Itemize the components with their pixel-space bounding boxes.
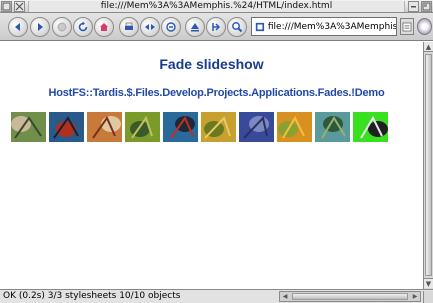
thumb-7[interactable] xyxy=(239,112,274,142)
close-icon[interactable] xyxy=(14,0,25,12)
thumb-2[interactable] xyxy=(49,112,84,142)
back-window-icon[interactable] xyxy=(1,0,12,12)
thumb-4[interactable] xyxy=(125,112,160,142)
go-button[interactable] xyxy=(206,17,226,37)
back-forward-icon xyxy=(145,24,155,30)
forward-button[interactable] xyxy=(30,17,50,37)
vertical-scroll-thumb[interactable] xyxy=(425,54,432,276)
stop-icon xyxy=(57,22,67,32)
image-icon xyxy=(49,112,84,142)
image-icon xyxy=(239,112,274,142)
up-button[interactable] xyxy=(185,17,205,37)
horizontal-scroll-thumb[interactable] xyxy=(292,293,408,300)
home-icon xyxy=(100,23,108,31)
print-button[interactable] xyxy=(119,17,139,37)
image-icon xyxy=(277,112,312,142)
image-icon xyxy=(163,112,198,142)
scroll-right-icon[interactable]: ▶ xyxy=(410,292,420,301)
image-icon xyxy=(201,112,236,142)
horizontal-scrollbar[interactable]: ◀ ▶ xyxy=(279,291,421,302)
title-bar: file:///Mem%3A%3AMemphis.%24/HTML/index.… xyxy=(0,0,433,13)
url-field[interactable]: file:///Mem%3A%3AMemphis.%24/ xyxy=(251,17,397,36)
list-icon xyxy=(402,22,412,31)
printer-icon xyxy=(125,22,133,30)
thumb-8[interactable] xyxy=(277,112,312,142)
magnifier-icon xyxy=(232,22,243,33)
resize-grip-icon[interactable] xyxy=(423,291,433,303)
back-arrow-icon xyxy=(15,23,20,31)
activity-indicator-icon xyxy=(417,18,432,35)
url-text[interactable]: file:///Mem%3A%3AMemphis.%24/ xyxy=(268,22,396,32)
window-title[interactable]: file:///Mem%3A%3AMemphis.%24/HTML/index.… xyxy=(28,0,405,12)
status-bar: OK (0.2s) 3/3 stylesheets 10/10 objects … xyxy=(0,289,433,303)
back-button[interactable] xyxy=(8,17,28,37)
go-icon xyxy=(212,23,221,31)
thumb-3[interactable] xyxy=(87,112,122,142)
page-icon xyxy=(255,22,265,31)
reload-icon xyxy=(78,21,88,32)
image-icon xyxy=(315,112,350,142)
image-icon xyxy=(11,112,46,142)
thumb-10[interactable] xyxy=(353,112,388,142)
scroll-left-icon[interactable]: ◀ xyxy=(280,292,290,301)
thumb-1[interactable] xyxy=(11,112,46,142)
scroll-down-icon[interactable]: ▼ xyxy=(424,278,433,288)
page-title: Fade slideshow xyxy=(159,56,264,72)
thumbnail-strip xyxy=(11,112,388,142)
scroll-up-icon[interactable]: ▲ xyxy=(424,42,433,52)
image-icon xyxy=(353,112,388,142)
eject-icon xyxy=(191,23,199,32)
stop-button[interactable] xyxy=(52,17,72,37)
thumb-5[interactable] xyxy=(163,112,198,142)
image-icon xyxy=(125,112,160,142)
home-button[interactable] xyxy=(94,17,114,37)
image-icon xyxy=(87,112,122,142)
vertical-scrollbar[interactable]: ▲ ▼ xyxy=(423,42,433,289)
page-content: Fade slideshow HostFS::Tardis.$.Files.De… xyxy=(0,42,423,289)
url-history-button[interactable] xyxy=(400,18,414,35)
iconise-icon[interactable] xyxy=(408,0,419,12)
find-button[interactable] xyxy=(227,17,247,37)
forward-arrow-icon xyxy=(38,23,43,31)
bookmark-icon xyxy=(166,22,176,32)
status-text: OK (0.2s) 3/3 stylesheets 10/10 objects xyxy=(3,291,181,301)
reload-button[interactable] xyxy=(73,17,93,37)
toggle-size-icon[interactable] xyxy=(421,0,432,12)
history-button[interactable] xyxy=(140,17,160,37)
thumb-9[interactable] xyxy=(315,112,350,142)
bookmarks-button[interactable] xyxy=(161,17,181,37)
toolbar: file:///Mem%3A%3AMemphis.%24/ xyxy=(0,13,433,41)
path-heading: HostFS::Tardis.$.Files.Develop.Projects.… xyxy=(48,87,385,99)
thumb-6[interactable] xyxy=(201,112,236,142)
